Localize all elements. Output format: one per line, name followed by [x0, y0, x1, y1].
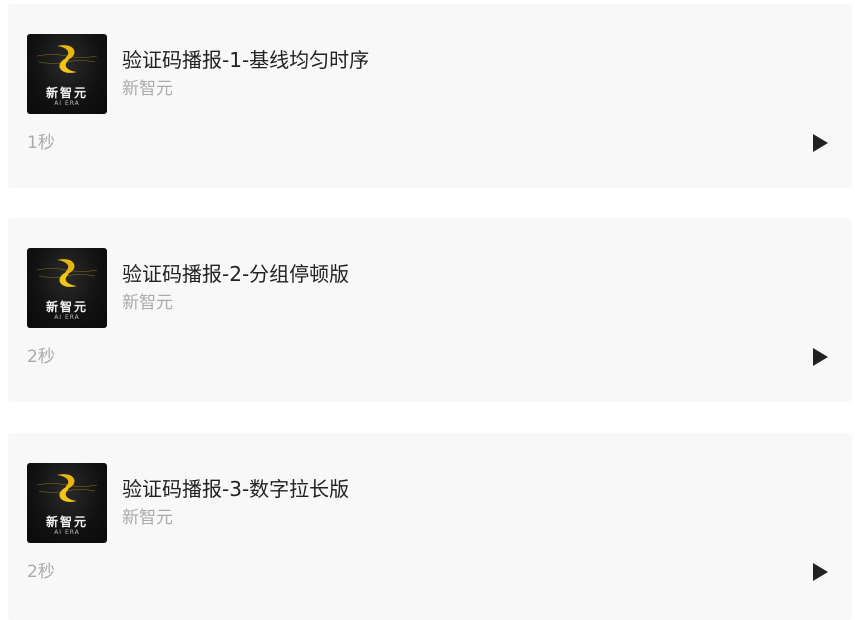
play-icon: [813, 134, 828, 152]
play-button[interactable]: [806, 344, 832, 370]
cover-brand-text: 新智元: [45, 300, 88, 314]
track-duration: 2秒: [27, 562, 55, 582]
play-icon: [813, 348, 828, 366]
cover-sub-text: AI ERA: [54, 314, 80, 321]
play-icon: [813, 563, 828, 581]
track-duration: 2秒: [27, 347, 55, 367]
track-title: 验证码播报-3-数字拉长版: [122, 477, 350, 501]
track-artist: 新智元: [122, 293, 173, 313]
album-cover: 新智元 AI ERA: [27, 34, 107, 114]
track-title: 验证码播报-2-分组停顿版: [122, 262, 350, 286]
audio-track-card[interactable]: 新智元 AI ERA 验证码播报-1-基线均匀时序 新智元 1秒: [8, 4, 852, 188]
audio-track-card[interactable]: 新智元 AI ERA 验证码播报-3-数字拉长版 新智元 2秒: [8, 433, 852, 620]
play-button[interactable]: [806, 130, 832, 156]
cover-sub-text: AI ERA: [54, 529, 80, 536]
track-artist: 新智元: [122, 79, 173, 99]
track-duration: 1秒: [27, 133, 55, 153]
play-button[interactable]: [806, 559, 832, 585]
cover-sub-text: AI ERA: [54, 100, 80, 107]
cover-brand-text: 新智元: [45, 86, 88, 100]
track-title: 验证码播报-1-基线均匀时序: [122, 48, 370, 72]
audio-track-list: 新智元 AI ERA 验证码播报-1-基线均匀时序 新智元 1秒 新智元 AI …: [0, 0, 855, 620]
cover-brand-text: 新智元: [45, 515, 88, 529]
audio-track-card[interactable]: 新智元 AI ERA 验证码播报-2-分组停顿版 新智元 2秒: [8, 218, 852, 402]
album-cover: 新智元 AI ERA: [27, 248, 107, 328]
album-cover: 新智元 AI ERA: [27, 463, 107, 543]
track-artist: 新智元: [122, 508, 173, 528]
